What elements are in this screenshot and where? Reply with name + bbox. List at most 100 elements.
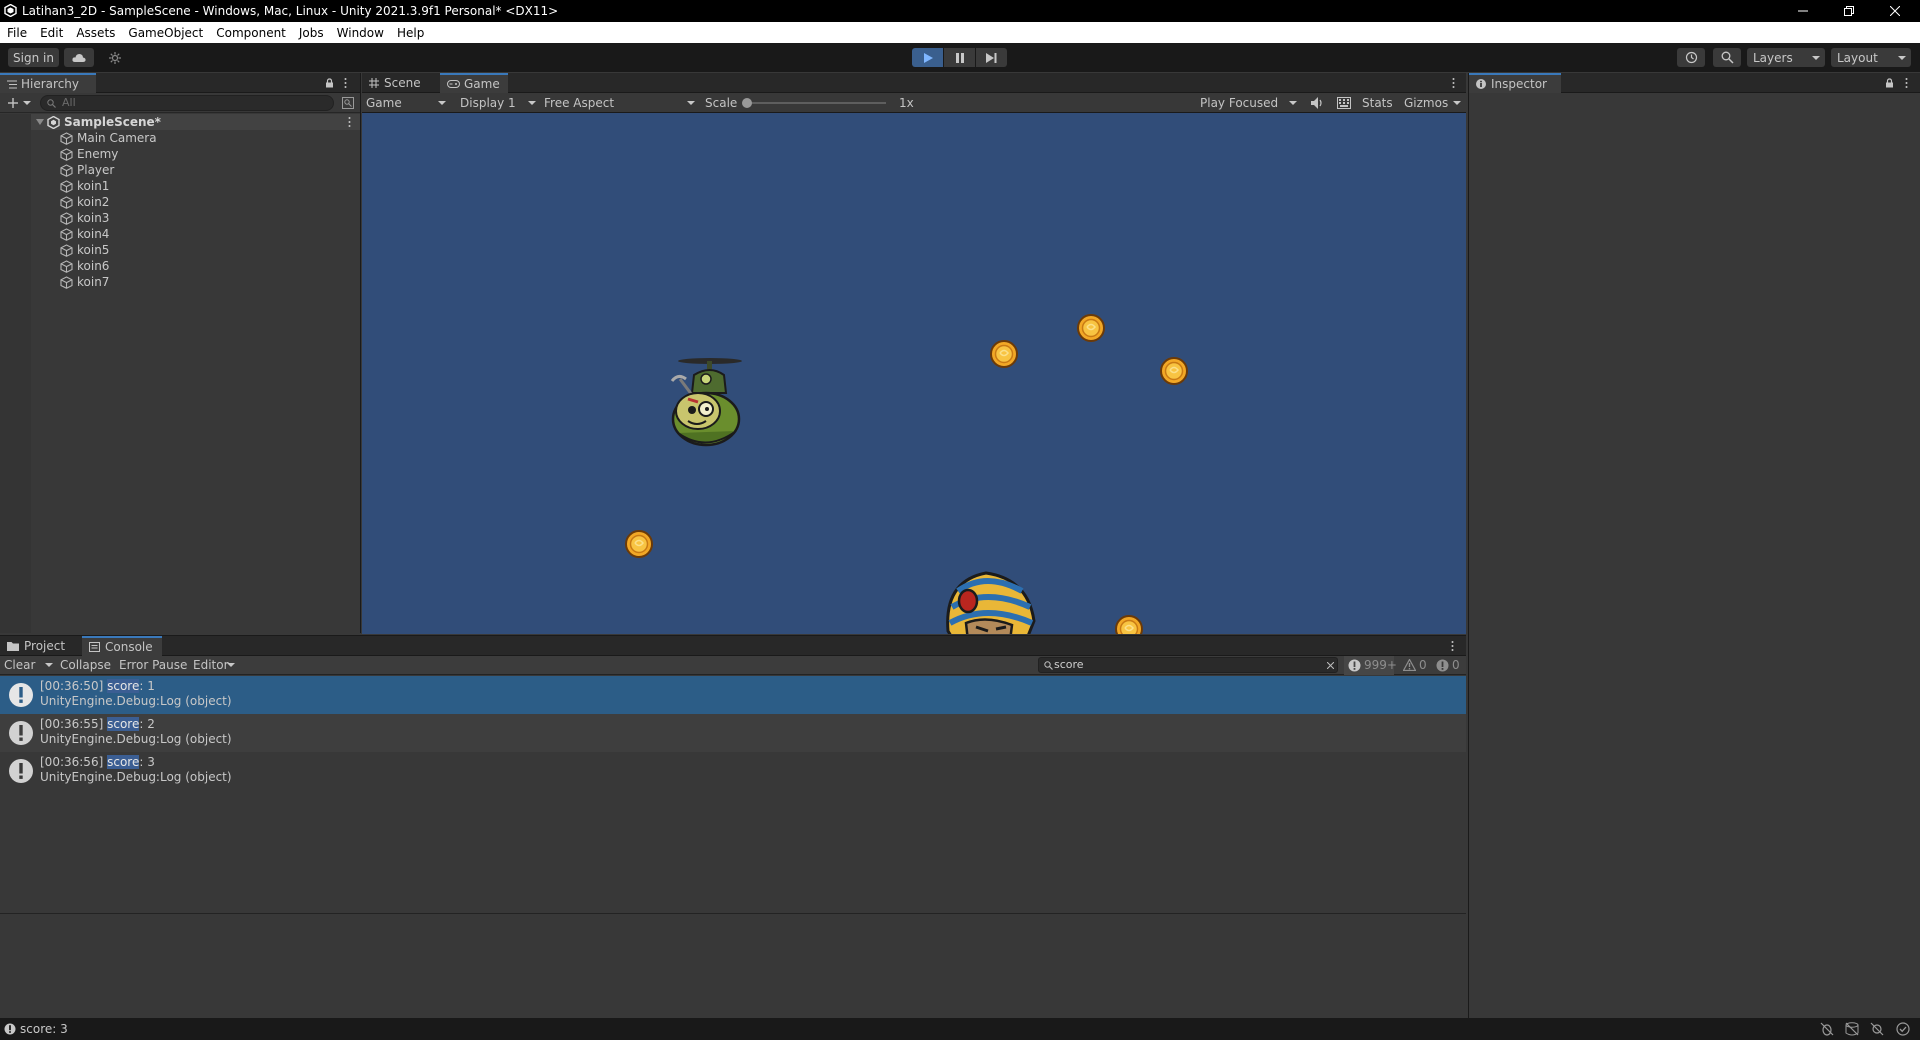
progress-check-icon[interactable] (1896, 1022, 1910, 1036)
menu-file[interactable]: File (7, 26, 27, 40)
menu-help[interactable]: Help (397, 26, 424, 40)
layout-dropdown[interactable]: Layout (1831, 48, 1911, 67)
menu-edit[interactable]: Edit (40, 26, 63, 40)
warning-icon (1403, 659, 1416, 671)
hierarchy-item-label: Enemy (77, 147, 119, 161)
gameobject-cube-icon (60, 131, 73, 145)
lock-icon[interactable] (325, 78, 334, 88)
search-icon (1044, 661, 1053, 670)
tab-game[interactable]: Game (440, 73, 508, 93)
search-button[interactable] (1713, 48, 1741, 67)
game-view[interactable] (362, 113, 1466, 634)
view-tabs-header: Scene Game (362, 73, 1466, 93)
hierarchy-item-label: koin6 (77, 259, 110, 273)
kebab-menu-icon[interactable] (1451, 641, 1454, 651)
hierarchy-item[interactable]: Main Camera (60, 130, 157, 146)
hierarchy-item[interactable]: Player (60, 162, 114, 178)
hierarchy-item[interactable]: koin2 (60, 194, 109, 210)
editor-dropdown[interactable]: Editor (190, 656, 238, 675)
log-entry[interactable]: [00:36:50] score: 1 UnityEngine.Debug:Lo… (0, 676, 1466, 714)
history-button[interactable] (1677, 48, 1705, 67)
auto-generate-lighting-icon[interactable] (1870, 1022, 1884, 1036)
kebab-menu-icon[interactable] (348, 117, 351, 127)
hierarchy-item[interactable]: Enemy (60, 146, 118, 162)
chevron-down-icon (1453, 101, 1461, 105)
hierarchy-item[interactable]: koin3 (60, 210, 109, 226)
chevron-down-icon[interactable] (36, 118, 44, 126)
collapse-button[interactable]: Collapse (60, 658, 111, 672)
log-stacktrace: UnityEngine.Debug:Log (object) (40, 770, 232, 784)
pause-icon (955, 52, 964, 63)
play-button[interactable] (912, 48, 943, 67)
lock-icon[interactable] (1885, 78, 1894, 88)
folder-icon (7, 642, 19, 651)
tab-scene-label: Scene (384, 76, 421, 90)
cache-server-icon[interactable] (1845, 1022, 1859, 1036)
close-icon (1890, 6, 1900, 16)
scale-slider-thumb[interactable] (742, 98, 752, 108)
pause-button[interactable] (944, 48, 975, 67)
kebab-menu-icon[interactable] (1905, 78, 1908, 88)
search-icon (47, 99, 56, 108)
coin-sprite (990, 340, 1018, 368)
bug-icon[interactable] (1820, 1022, 1834, 1036)
hierarchy-item[interactable]: koin7 (60, 274, 109, 290)
aspect-label: Free Aspect (544, 96, 615, 110)
tab-inspector-label: Inspector (1491, 77, 1547, 91)
tab-inspector[interactable]: Inspector (1469, 73, 1561, 93)
stats-button[interactable]: Stats (1362, 96, 1393, 110)
clear-search-icon[interactable] (1327, 662, 1334, 669)
menu-window[interactable]: Window (337, 26, 384, 40)
hierarchy-item[interactable]: koin4 (60, 226, 109, 242)
sign-in-button[interactable]: Sign in (8, 48, 59, 67)
menu-assets[interactable]: Assets (76, 26, 115, 40)
aspect-dropdown[interactable]: Free Aspect (540, 93, 698, 113)
tab-project[interactable]: Project (0, 636, 80, 656)
log-entry[interactable]: [00:36:55] score: 2 UnityEngine.Debug:Lo… (0, 714, 1466, 752)
menu-component[interactable]: Component (216, 26, 286, 40)
restore-button[interactable] (1826, 0, 1872, 22)
minimize-button[interactable] (1780, 0, 1826, 22)
error-filter-toggle[interactable]: 0 (1433, 656, 1463, 675)
cloud-button[interactable] (64, 48, 94, 67)
tab-console[interactable]: Console (82, 636, 162, 656)
game-mode-dropdown[interactable]: Game (362, 93, 452, 113)
log-entry[interactable]: [00:36:56] score: 3 UnityEngine.Debug:Lo… (0, 752, 1466, 790)
scene-row[interactable]: SampleScene* (31, 114, 360, 130)
console-detail-divider[interactable] (0, 913, 1466, 914)
clear-dropdown[interactable]: Clear (0, 656, 54, 675)
step-button[interactable] (976, 48, 1007, 67)
hierarchy-search-input[interactable]: All (40, 95, 334, 111)
gizmos-dropdown[interactable]: Gizmos (1398, 93, 1464, 113)
collab-button[interactable] (102, 48, 128, 67)
audio-icon[interactable] (1311, 97, 1324, 109)
error-pause-button[interactable]: Error Pause (119, 658, 187, 672)
tab-scene[interactable]: Scene (362, 73, 438, 93)
kebab-menu-icon[interactable] (344, 78, 347, 88)
chevron-down-icon (1812, 56, 1820, 60)
hierarchy-item[interactable]: koin6 (60, 258, 109, 274)
warning-filter-toggle[interactable]: 0 (1400, 656, 1430, 675)
layers-dropdown[interactable]: Layers (1747, 48, 1825, 67)
menu-gameobject[interactable]: GameObject (128, 26, 203, 40)
scale-slider-track[interactable] (746, 102, 886, 104)
scene-search-icon[interactable] (342, 97, 354, 109)
hierarchy-item[interactable]: koin1 (60, 178, 109, 194)
console-search-input[interactable]: score (1038, 657, 1338, 673)
plus-icon[interactable] (7, 97, 19, 109)
display-dropdown[interactable]: Display 1 (454, 93, 538, 113)
console-panel: Project Console Clear Collapse Error Pau… (0, 635, 1466, 1018)
kebab-menu-icon[interactable] (1452, 78, 1455, 88)
log-filter-toggle[interactable]: 999+ (1344, 656, 1397, 675)
game-toolbar: Game Display 1 Free Aspect Scale 1x Play… (362, 93, 1466, 113)
menu-jobs[interactable]: Jobs (299, 26, 324, 40)
hierarchy-item-label: koin1 (77, 179, 110, 193)
play-mode-dropdown[interactable]: Play Focused (1194, 93, 1300, 113)
gizmos-label: Gizmos (1404, 96, 1449, 110)
status-message[interactable]: score: 3 (20, 1022, 68, 1036)
hierarchy-item[interactable]: koin5 (60, 242, 109, 258)
chevron-down-icon[interactable] (23, 101, 31, 105)
tab-hierarchy[interactable]: Hierarchy (0, 73, 96, 93)
close-button[interactable] (1872, 0, 1918, 22)
keyboard-icon[interactable] (1337, 97, 1351, 109)
